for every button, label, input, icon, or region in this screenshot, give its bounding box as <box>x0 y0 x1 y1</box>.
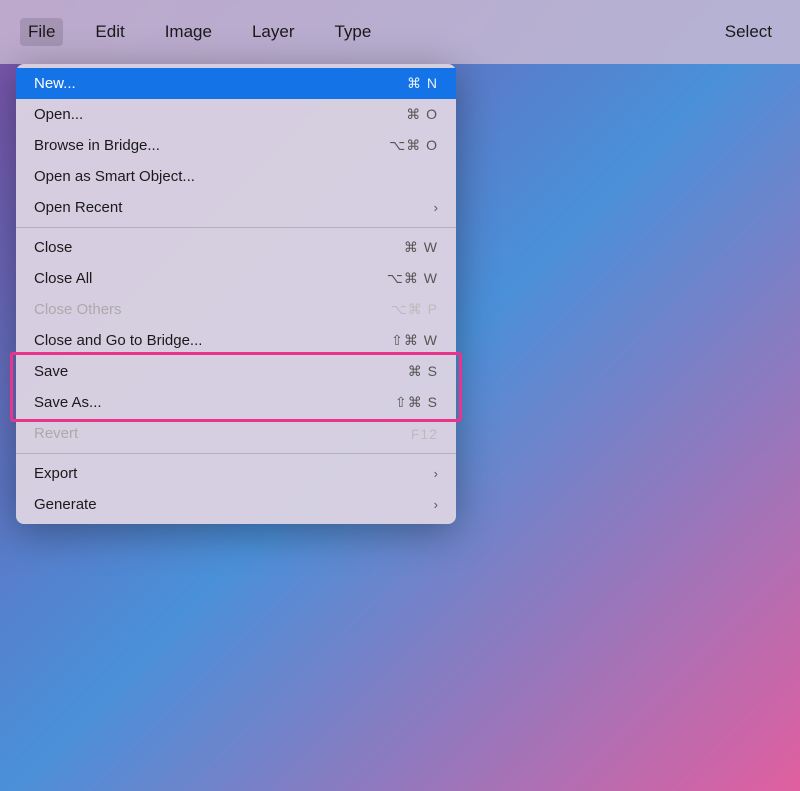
menu-item-save-shortcut: ⌘ S <box>408 363 438 380</box>
menu-bar: File Edit Image Layer Type Select <box>0 0 800 64</box>
menu-item-browse-bridge-label: Browse in Bridge... <box>34 137 160 154</box>
menu-item-revert: Revert F12 <box>16 418 456 449</box>
menu-item-save[interactable]: Save ⌘ S <box>16 356 456 387</box>
menu-item-new-shortcut: ⌘ N <box>407 75 438 92</box>
export-arrow-icon: › <box>434 466 438 481</box>
menu-item-revert-shortcut: F12 <box>411 426 438 442</box>
menu-item-close-all-label: Close All <box>34 270 92 287</box>
menu-item-export[interactable]: Export › <box>16 458 456 489</box>
menu-layer[interactable]: Layer <box>244 18 303 46</box>
menu-file[interactable]: File <box>20 18 63 46</box>
menu-item-close-others-shortcut: ⌥⌘ P <box>391 301 438 318</box>
menu-item-new-label: New... <box>34 75 76 92</box>
menu-item-save-as-label: Save As... <box>34 394 102 411</box>
menu-item-save-label: Save <box>34 363 68 380</box>
menu-item-close-shortcut: ⌘ W <box>404 239 438 256</box>
menu-item-close[interactable]: Close ⌘ W <box>16 232 456 263</box>
menu-item-close-bridge-shortcut: ⇧⌘ W <box>391 332 438 349</box>
menu-edit[interactable]: Edit <box>87 18 132 46</box>
divider-2 <box>16 453 456 454</box>
menu-item-browse-bridge[interactable]: Browse in Bridge... ⌥⌘ O <box>16 130 456 161</box>
menu-item-open-smart[interactable]: Open as Smart Object... <box>16 161 456 192</box>
menu-image[interactable]: Image <box>157 18 220 46</box>
menu-item-close-all-shortcut: ⌥⌘ W <box>387 270 438 287</box>
file-dropdown: New... ⌘ N Open... ⌘ O Browse in Bridge.… <box>16 64 456 524</box>
open-recent-arrow-icon: › <box>434 200 438 215</box>
menu-item-open-recent[interactable]: Open Recent › <box>16 192 456 223</box>
menu-item-export-label: Export <box>34 465 77 482</box>
menu-item-save-as[interactable]: Save As... ⇧⌘ S <box>16 387 456 418</box>
menu-item-close-others: Close Others ⌥⌘ P <box>16 294 456 325</box>
menu-item-browse-bridge-shortcut: ⌥⌘ O <box>389 137 438 154</box>
menu-type[interactable]: Type <box>326 18 379 46</box>
menu-item-generate-label: Generate <box>34 496 97 513</box>
menu-item-close-label: Close <box>34 239 72 256</box>
menu-item-save-as-shortcut: ⇧⌘ S <box>395 394 438 411</box>
menu-item-revert-label: Revert <box>34 425 78 442</box>
menu-item-new[interactable]: New... ⌘ N <box>16 68 456 99</box>
menu-item-close-others-label: Close Others <box>34 301 122 318</box>
menu-select[interactable]: Select <box>717 18 780 46</box>
menu-item-open-recent-label: Open Recent <box>34 199 122 216</box>
menu-item-generate[interactable]: Generate › <box>16 489 456 520</box>
menu-item-close-bridge-label: Close and Go to Bridge... <box>34 332 202 349</box>
menu-item-open-shortcut: ⌘ O <box>406 106 438 123</box>
menu-item-open-label: Open... <box>34 106 83 123</box>
menu-item-close-all[interactable]: Close All ⌥⌘ W <box>16 263 456 294</box>
divider-1 <box>16 227 456 228</box>
generate-arrow-icon: › <box>434 497 438 512</box>
menu-item-open[interactable]: Open... ⌘ O <box>16 99 456 130</box>
menu-item-close-bridge[interactable]: Close and Go to Bridge... ⇧⌘ W <box>16 325 456 356</box>
menu-item-open-smart-label: Open as Smart Object... <box>34 168 195 185</box>
